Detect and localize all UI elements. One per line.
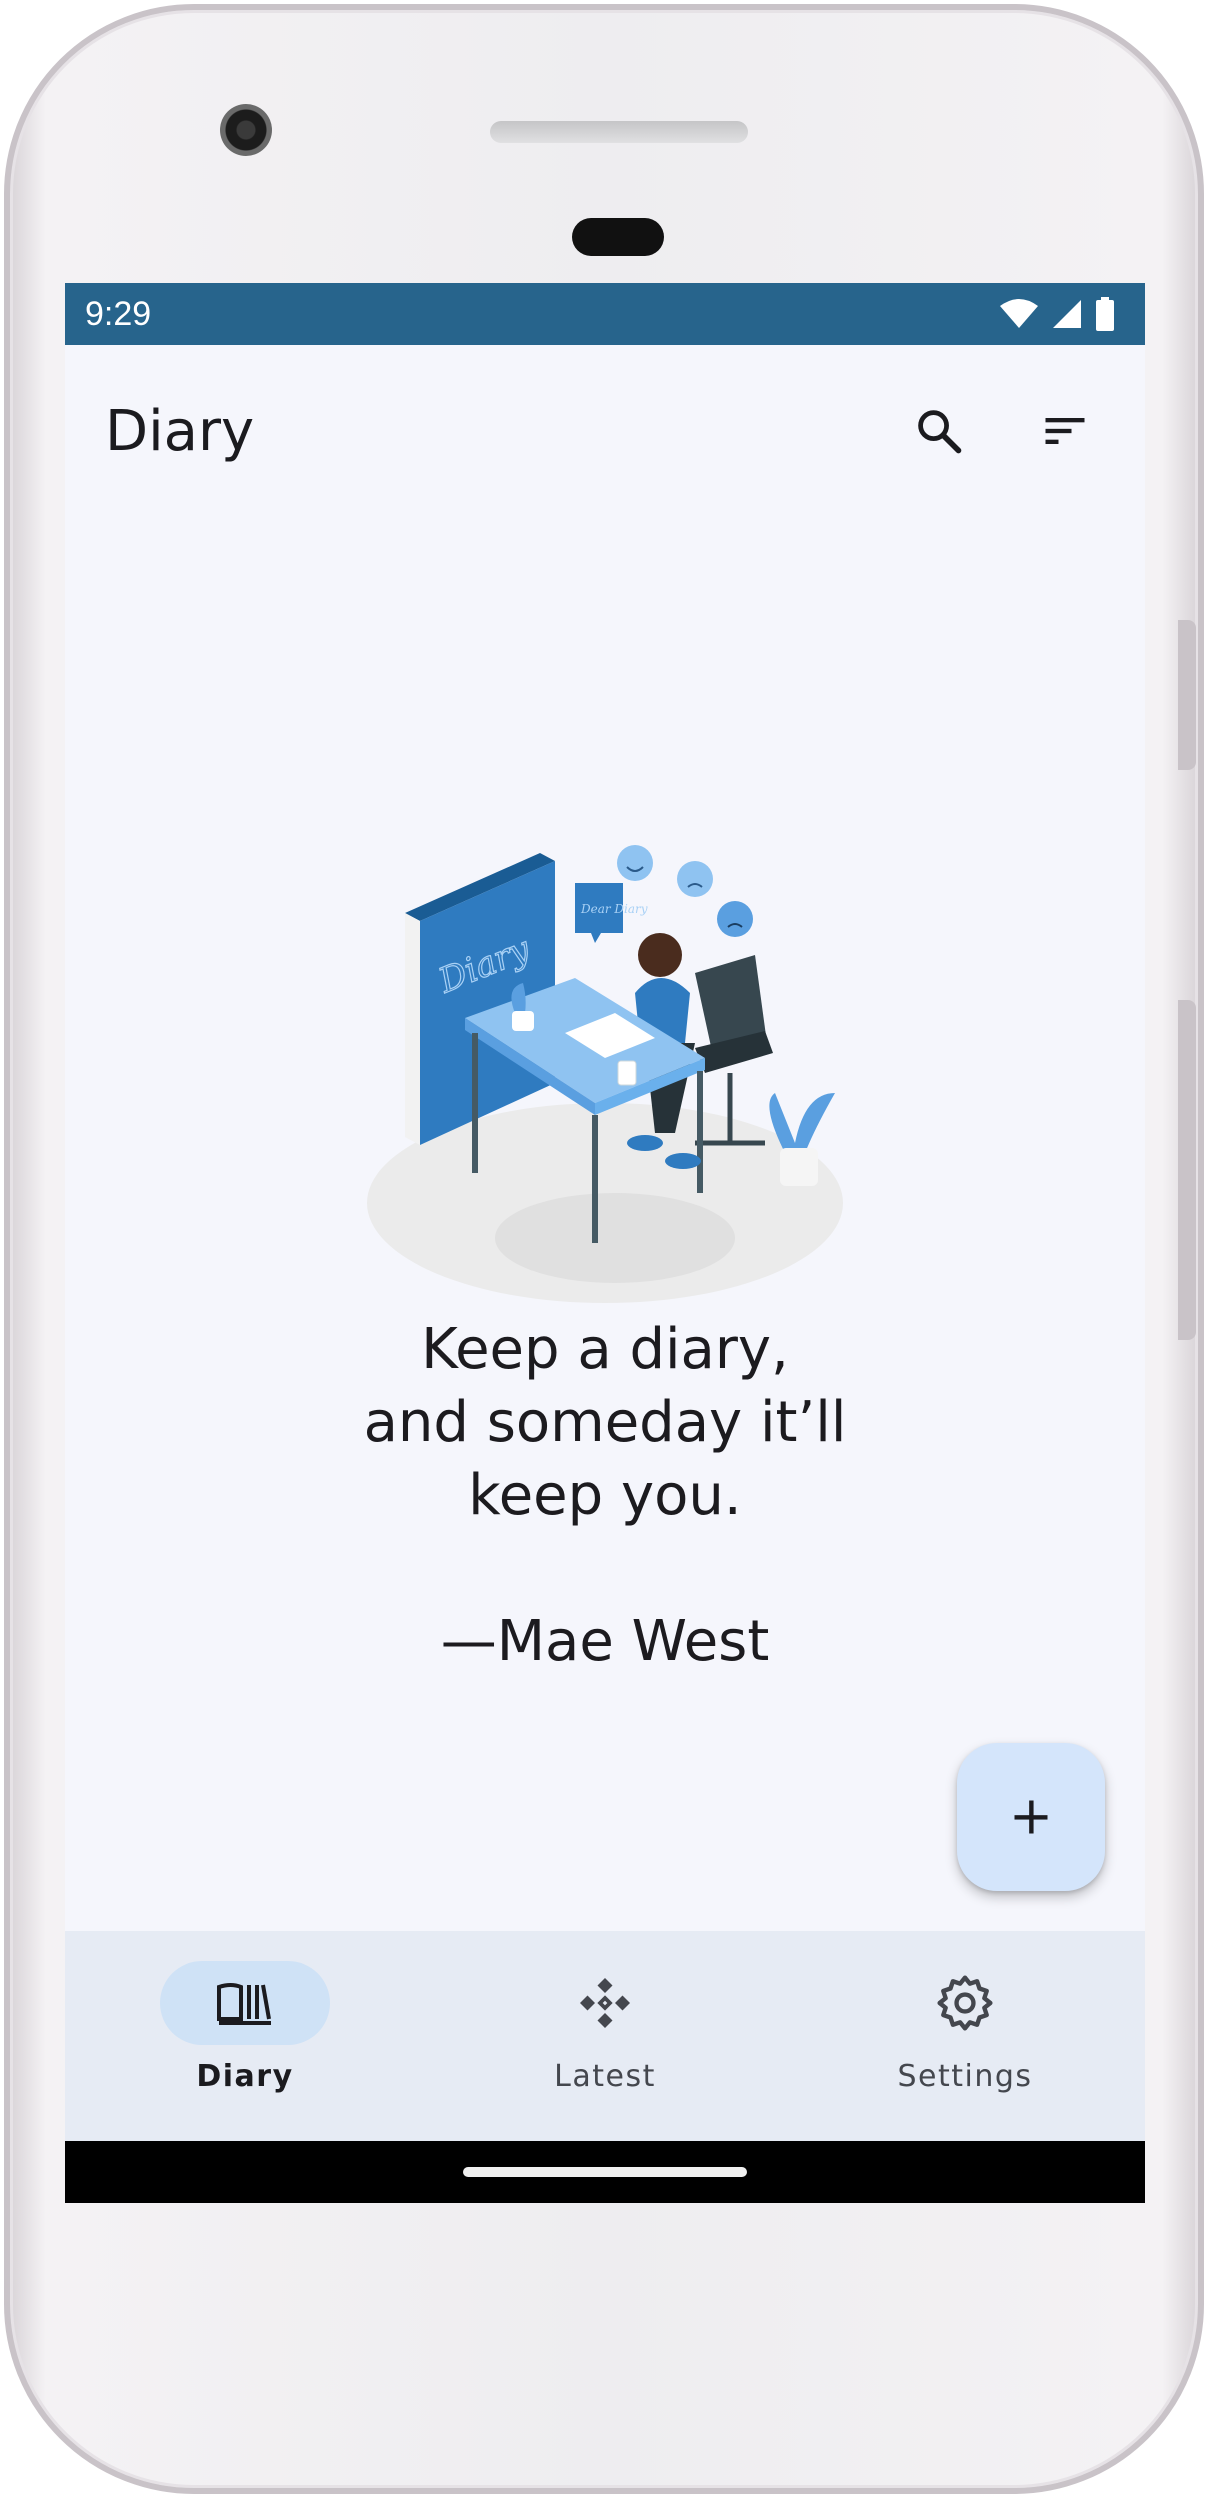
signal-icon [1053, 300, 1081, 328]
gesture-navigation-bar [65, 2141, 1145, 2203]
sort-icon [1045, 418, 1085, 444]
add-entry-button[interactable] [957, 1743, 1105, 1891]
book-icon [217, 1983, 271, 2025]
search-icon [918, 410, 962, 454]
bottom-navigation: Diary Latest Settings [65, 1931, 1145, 2141]
volume-button [1178, 620, 1196, 770]
quote-author: —Mae West [440, 1609, 770, 1674]
wifi-icon [1000, 299, 1038, 328]
battery-icon [1096, 297, 1114, 331]
gear-icon [937, 1975, 993, 2031]
nav-indicator [520, 1961, 690, 2045]
plus-icon [1014, 1800, 1048, 1834]
quote-line: and someday it’ll [363, 1390, 847, 1455]
quote-line: keep you. [468, 1463, 742, 1528]
nav-item-latest[interactable]: Latest [425, 1931, 785, 2141]
proximity-sensor [572, 218, 664, 256]
home-gesture-handle[interactable] [463, 2167, 747, 2177]
diary-illustration: Diary Dear Diary [367, 845, 843, 1303]
nav-label: Settings [897, 2059, 1033, 2094]
status-icons [999, 297, 1115, 331]
illustration-note: Dear Diary [580, 902, 648, 916]
page-title: Diary [105, 398, 255, 464]
latest-icon [580, 1978, 630, 2028]
top-app-bar: Diary [65, 345, 1145, 517]
app-screen: 9:29 Diary Diary Dear Diary Keep a diary… [65, 283, 1145, 2203]
front-camera [220, 104, 272, 156]
power-button [1178, 1000, 1196, 1340]
sort-button[interactable] [1025, 391, 1105, 471]
nav-active-indicator [160, 1961, 330, 2045]
quote-block: Keep a diary, and someday it’ll keep you… [205, 1313, 1005, 1678]
nav-item-settings[interactable]: Settings [785, 1931, 1145, 2141]
nav-item-diary[interactable]: Diary [65, 1931, 425, 2141]
status-time: 9:29 [85, 294, 152, 333]
nav-label: Diary [196, 2059, 294, 2094]
quote-line: Keep a diary, [421, 1317, 789, 1382]
nav-label: Latest [554, 2059, 656, 2094]
search-button[interactable] [899, 391, 979, 471]
status-bar: 9:29 [65, 283, 1145, 345]
app-bar-actions [899, 391, 1105, 471]
earpiece-speaker [490, 121, 748, 143]
nav-indicator [880, 1961, 1050, 2045]
